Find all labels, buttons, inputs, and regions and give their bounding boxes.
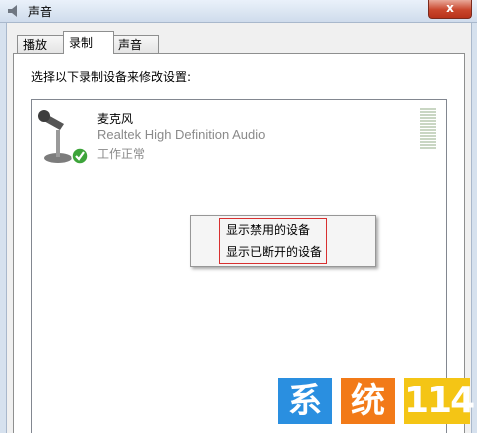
window-right-border [471, 23, 477, 433]
watermark-tile-3: 114 [404, 378, 475, 424]
window-title: 声音 [28, 5, 53, 19]
menu-item-show-disconnected-devices[interactable]: 显示已断开的设备 [226, 243, 322, 260]
tab-playback[interactable]: 播放 [17, 35, 65, 53]
microphone-icon [38, 110, 89, 165]
watermark-tile-2: 统 [341, 378, 395, 424]
tab-recording[interactable]: 录制 [63, 31, 114, 54]
instruction-text: 选择以下录制设备来修改设置: [31, 70, 192, 84]
speaker-icon [8, 5, 17, 17]
menu-item-show-disabled-devices[interactable]: 显示禁用的设备 [226, 221, 310, 238]
tab-sounds[interactable]: 声音 [112, 35, 159, 53]
green-checkmark-icon [71, 147, 89, 165]
audio-level-meter [420, 108, 436, 150]
window-left-border [0, 23, 7, 433]
device-name: 麦克风 [97, 112, 134, 126]
device-driver: Realtek High Definition Audio [97, 127, 266, 142]
watermark-tile-1: 系 [278, 378, 332, 424]
device-status: 工作正常 [97, 147, 146, 161]
close-button[interactable]: x [428, 0, 472, 19]
title-bar[interactable]: 声音 x [0, 0, 477, 23]
